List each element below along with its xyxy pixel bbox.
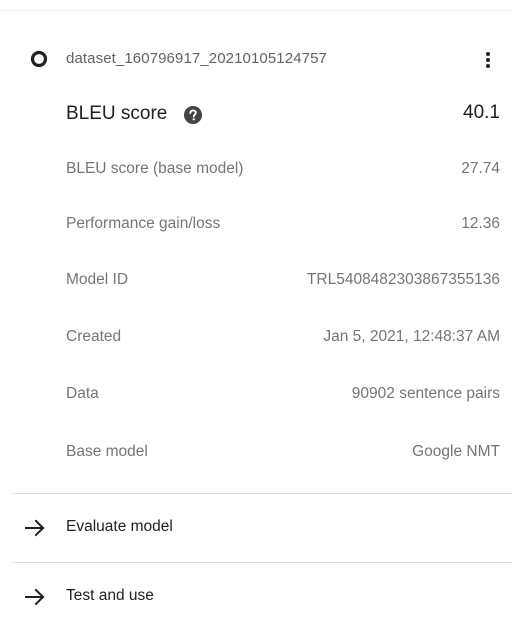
model-status-circle-icon <box>30 50 48 68</box>
detail-label: Model ID <box>66 271 129 288</box>
arrow-right-icon <box>24 518 46 538</box>
help-circle-icon[interactable] <box>184 106 202 124</box>
detail-value: 12.36 <box>461 215 500 232</box>
detail-value: TRL5408482303867355136 <box>306 271 500 288</box>
bleu-score-label: BLEU score <box>66 103 168 124</box>
top-divider <box>0 10 512 11</box>
evaluate-model-action[interactable]: Evaluate model <box>0 506 512 550</box>
test-and-use-action[interactable]: Test and use <box>0 575 512 619</box>
detail-row-data: Data 90902 sentence pairs <box>0 379 512 409</box>
arrow-right-icon <box>24 587 46 607</box>
more-options-button[interactable] <box>476 46 500 74</box>
divider <box>12 562 512 563</box>
evaluate-model-label: Evaluate model <box>66 518 173 535</box>
detail-value: 90902 sentence pairs <box>351 385 500 402</box>
detail-label: Base model <box>66 443 148 460</box>
detail-row-model-id: Model ID TRL5408482303867355136 <box>0 265 512 295</box>
detail-value: Google NMT <box>412 443 500 460</box>
test-and-use-label: Test and use <box>66 587 154 604</box>
detail-label: Performance gain/loss <box>66 215 221 232</box>
more-vertical-icon <box>486 52 490 68</box>
detail-row-created: Created Jan 5, 2021, 12:48:37 AM <box>0 322 512 352</box>
detail-label: Data <box>66 385 99 402</box>
bleu-score-value: 40.1 <box>463 102 500 123</box>
model-header: dataset_160796917_20210105124757 <box>0 38 512 82</box>
divider <box>12 493 512 494</box>
bleu-score-row: BLEU score 40.1 <box>0 96 512 132</box>
detail-row-base-model: Base model Google NMT <box>0 437 512 467</box>
detail-value: 27.74 <box>461 160 500 177</box>
model-name: dataset_160796917_20210105124757 <box>66 50 327 67</box>
detail-row-performance: Performance gain/loss 12.36 <box>0 209 512 239</box>
detail-label: Created <box>66 328 122 345</box>
detail-label: BLEU score (base model) <box>66 160 244 177</box>
detail-value: Jan 5, 2021, 12:48:37 AM <box>323 328 500 345</box>
detail-row-bleu-base: BLEU score (base model) 27.74 <box>0 154 512 184</box>
